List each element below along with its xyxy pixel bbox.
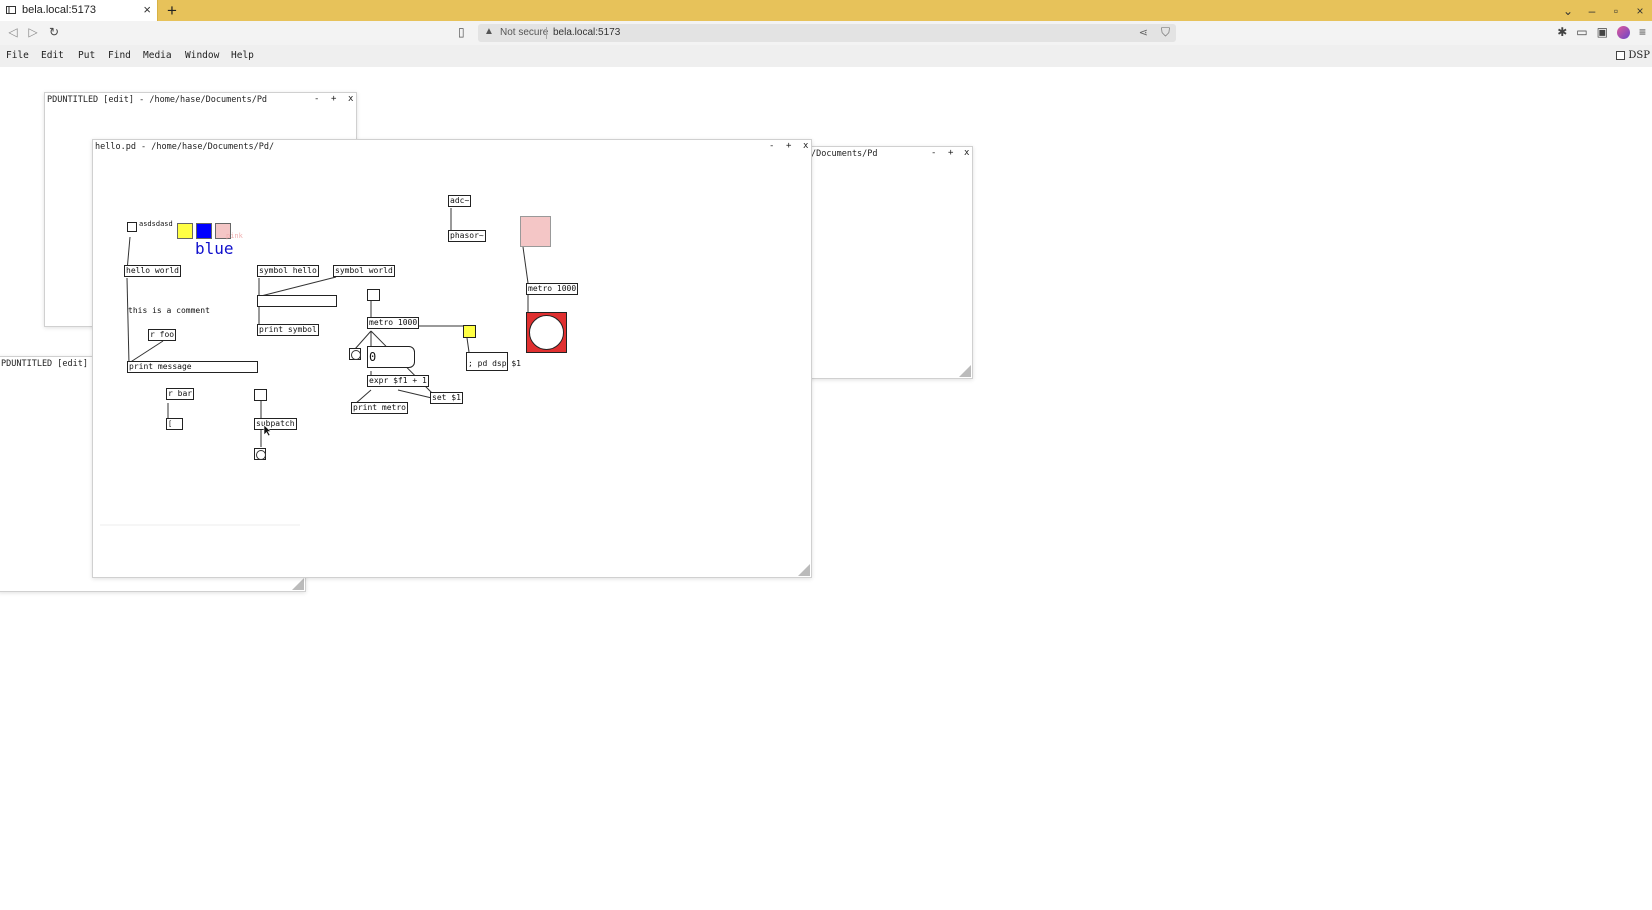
menu-edit[interactable]: Edit <box>41 50 64 61</box>
object-metro-1000-right[interactable]: metro 1000 <box>526 283 579 295</box>
object-phasor[interactable]: phasor~ <box>448 230 486 242</box>
window-maximize-button[interactable]: + <box>331 94 336 104</box>
toggle-label: asdsdasd <box>139 220 173 228</box>
warning-icon[interactable]: ▲ <box>484 26 494 37</box>
forward-icon[interactable]: ▷ <box>26 25 40 39</box>
extensions-icon[interactable]: ✱ <box>1557 25 1567 39</box>
menu-find[interactable]: Find <box>108 50 131 61</box>
restore-icon[interactable]: ▫ <box>1610 4 1622 18</box>
back-icon[interactable]: ◁ <box>6 25 20 39</box>
tab-list-icon[interactable]: ⌄ <box>1562 4 1574 18</box>
window-minimize-button[interactable]: - <box>931 148 936 158</box>
share-icon[interactable]: ⋖ <box>1139 26 1148 39</box>
window-close-button[interactable]: x <box>803 141 808 151</box>
object-expr[interactable]: expr $f1 + 1 <box>367 375 429 387</box>
browser-tab-strip: bela.local:5173 × + ⌄ – ▫ × <box>0 0 1652 21</box>
pink-canvas-large[interactable] <box>520 216 551 247</box>
message-pd-dsp[interactable]: ; pd dsp $1 <box>466 352 521 371</box>
message-hello-world[interactable]: hello world <box>124 265 181 277</box>
url-text[interactable]: bela.local:5173 <box>553 27 620 38</box>
tab-close-icon[interactable]: × <box>143 2 151 17</box>
resize-grip-icon[interactable] <box>292 578 304 590</box>
pd-menu-bar: File Edit Put Find Media Window Help DSP <box>0 45 1652 67</box>
shields-icon[interactable]: ⛉ <box>1161 25 1170 40</box>
comment-text: this is a comment <box>128 306 210 315</box>
menu-file[interactable]: File <box>6 50 29 61</box>
minimize-icon[interactable]: – <box>1586 4 1598 18</box>
object-subpatch[interactable]: subpatch <box>254 418 297 430</box>
window-maximize-button[interactable]: + <box>786 141 791 151</box>
object-print-metro[interactable]: print metro <box>351 402 408 414</box>
resize-grip-icon[interactable] <box>798 564 810 576</box>
window-title: PDUNTITLED [edit] - <box>1 359 99 369</box>
blue-canvas[interactable] <box>196 223 212 239</box>
window-titlebar[interactable]: hello.pd - /home/hase/Documents/Pd/ - + … <box>93 140 811 154</box>
window-title: PDUNTITLED [edit] - /home/hase/Documents… <box>47 95 268 105</box>
object-r-foo[interactable]: r foo <box>148 329 177 341</box>
bang-large[interactable] <box>526 312 567 353</box>
toolbar-right-tools: ✱ ▭ ▣ ≡ <box>1557 25 1646 39</box>
menu-window[interactable]: Window <box>185 50 219 61</box>
window-title: /Documents/Pd <box>811 149 878 159</box>
toggle[interactable] <box>127 222 137 232</box>
object-print-symbol[interactable]: print symbol <box>257 324 319 336</box>
number-box[interactable]: 0 <box>367 346 415 368</box>
address-bar[interactable]: ▲ Not secure bela.local:5173 ⋖ ⛉ <box>478 24 1176 42</box>
object-print-message[interactable]: print message <box>127 361 258 373</box>
window-close-button[interactable]: x <box>964 148 969 158</box>
window-maximize-button[interactable]: + <box>948 148 953 158</box>
object-metro-1000[interactable]: metro 1000 <box>367 317 420 329</box>
browser-tab[interactable]: bela.local:5173 × <box>0 0 158 21</box>
browser-toolbar: ◁ ▷ ↻ ▯ ▲ Not secure bela.local:5173 ⋖ ⛉… <box>0 21 1652 45</box>
new-tab-button[interactable]: + <box>164 0 180 21</box>
menu-put[interactable]: Put <box>78 50 95 61</box>
security-label[interactable]: Not secure <box>500 27 548 38</box>
empty-object[interactable]: [ <box>166 418 183 430</box>
tab-title: bela.local:5173 <box>22 4 97 16</box>
bang-metro[interactable] <box>349 348 361 360</box>
inlet-object[interactable] <box>254 389 267 401</box>
object-adc[interactable]: adc~ <box>448 195 472 207</box>
bang-circle <box>529 315 564 350</box>
dsp-label: DSP <box>1628 50 1650 61</box>
bang-output[interactable] <box>254 448 266 460</box>
pd-window-documents[interactable]: /Documents/Pd - + x <box>808 146 973 379</box>
mouse-cursor-icon <box>263 424 272 437</box>
window-title: hello.pd - /home/hase/Documents/Pd/ <box>95 142 275 152</box>
window-minimize-button[interactable]: - <box>314 94 319 104</box>
profile-avatar[interactable] <box>1616 25 1630 39</box>
yellow-canvas[interactable] <box>177 223 193 239</box>
page-favicon-icon <box>6 6 16 14</box>
window-titlebar[interactable]: PDUNTITLED [edit] - /home/hase/Documents… <box>45 93 356 107</box>
window-titlebar[interactable]: /Documents/Pd - + x <box>809 147 972 161</box>
bookmark-icon[interactable]: ▯ <box>458 25 465 39</box>
window-close-button[interactable]: x <box>348 94 353 104</box>
main-menu-icon[interactable]: ≡ <box>1639 25 1646 39</box>
resize-grip-icon[interactable] <box>959 365 971 377</box>
dsp-toggle[interactable]: DSP <box>1616 50 1650 61</box>
dsp-toggle-yellow[interactable] <box>463 325 476 338</box>
menu-media[interactable]: Media <box>143 50 172 61</box>
message-set[interactable]: set $1 <box>430 392 463 404</box>
menu-help[interactable]: Help <box>231 50 254 61</box>
message-symbol-hello[interactable]: symbol hello <box>257 265 319 277</box>
object-r-bar[interactable]: r bar <box>166 388 195 400</box>
message-symbol-world[interactable]: symbol world <box>333 265 395 277</box>
reload-icon[interactable]: ↻ <box>47 25 61 39</box>
wallet-icon[interactable]: ▣ <box>1597 25 1608 39</box>
bang-input[interactable] <box>367 289 380 301</box>
window-controls: ⌄ – ▫ × <box>1562 0 1646 21</box>
window-minimize-button[interactable]: - <box>769 141 774 151</box>
close-window-icon[interactable]: × <box>1634 4 1646 18</box>
dsp-checkbox[interactable] <box>1616 51 1626 60</box>
blue-label: blue <box>195 239 234 258</box>
url-separator <box>546 27 547 39</box>
sidebar-icon[interactable]: ▭ <box>1576 25 1587 39</box>
symbol-atom[interactable] <box>257 295 337 307</box>
